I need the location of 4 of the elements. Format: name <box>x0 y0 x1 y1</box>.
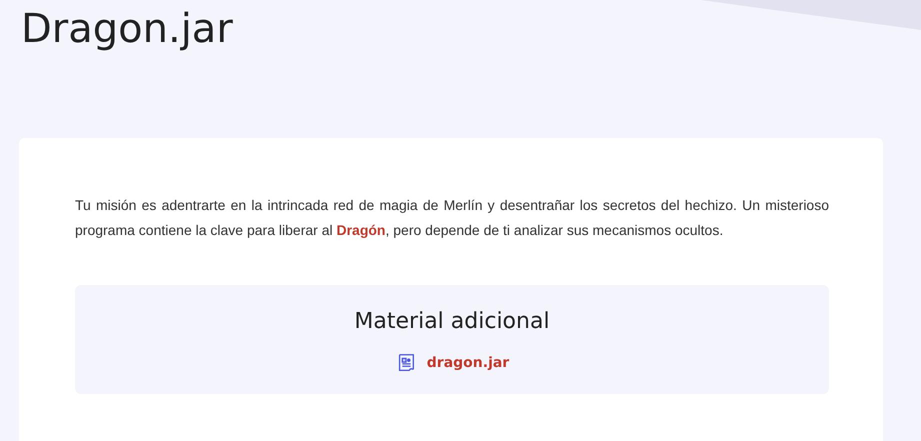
page-title: Dragon.jar <box>21 5 233 54</box>
description: Tu misión es adentrarte en la intrincada red de magia de Merlín y desentrañar los secretos del hechizo. Un misterioso programa contiene la clave para liberar al Dragón, pero depende de ti analizar sus mecanismos ocultos. <box>75 196 829 240</box>
attachments-title: Material adicional <box>354 309 550 334</box>
file-link[interactable]: dragon.jar <box>426 355 510 371</box>
